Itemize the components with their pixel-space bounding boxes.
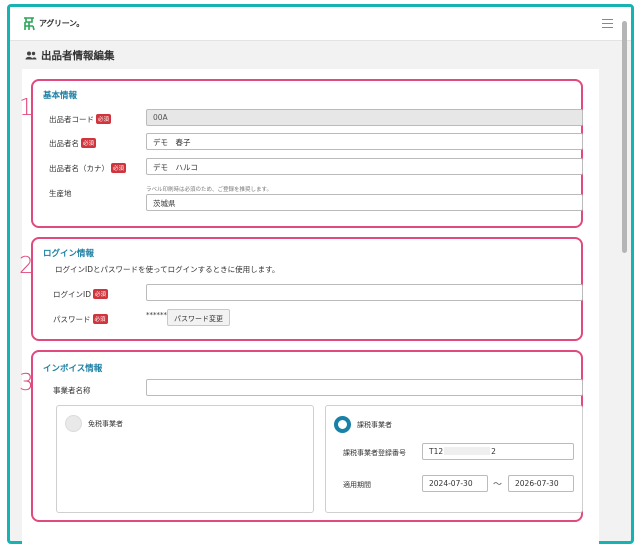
required-badge: 必須 xyxy=(111,163,127,173)
business-name-label: 事業者名称 xyxy=(53,386,91,395)
seller-name-kana-label: 出品者名（カナ） 必須 xyxy=(49,163,127,173)
top-bar: アグリーン。 xyxy=(10,7,631,41)
period-to-input[interactable]: 2026-07-30 xyxy=(508,475,574,492)
period-from-input[interactable]: 2024-07-30 xyxy=(422,475,488,492)
taxable-panel[interactable]: 課税事業者 課税事業者登録番号 T12 2 適用期間 2024-07-30 〜 2… xyxy=(325,405,583,513)
login-id-label: ログインID 必須 xyxy=(53,289,109,299)
seller-code-input: 00A xyxy=(146,109,583,126)
period-separator: 〜 xyxy=(493,480,503,490)
basic-info-title: 基本情報 xyxy=(43,91,78,101)
business-name-input[interactable] xyxy=(146,379,583,396)
reg-number-label: 課税事業者登録番号 xyxy=(343,449,406,457)
section-number-3: 3 xyxy=(19,370,34,396)
origin-note: ラベル印刷時は必須のため、ご登録を推奨します。 xyxy=(146,187,272,193)
taxable-radio[interactable] xyxy=(334,416,351,433)
required-badge: 必須 xyxy=(81,138,97,148)
password-label: パスワード 必須 xyxy=(53,314,108,324)
required-badge: 必須 xyxy=(92,314,108,324)
logo-text: アグリーン。 xyxy=(39,19,84,28)
invoice-info-section: インボイス情報 事業者名称 免税事業者 課税事業者 課税事業者登録番号 T12 2… xyxy=(31,350,583,522)
login-info-description: ログインIDとパスワードを使ってログインするときに使用します。 xyxy=(55,265,280,274)
tax-exempt-radio[interactable] xyxy=(65,415,82,432)
origin-label: 生産地 xyxy=(49,189,72,198)
basic-info-section: 基本情報 出品者コード 必須 00A 出品者名 必須 デモ 春子 出品者名（カナ）必… xyxy=(31,79,583,228)
page-title: 出品者情報編集 xyxy=(25,48,115,63)
period-label: 適用期間 xyxy=(343,481,371,489)
change-password-button[interactable]: パスワード変更 xyxy=(167,309,230,326)
required-badge: 必須 xyxy=(96,114,112,124)
section-number-2: 2 xyxy=(19,253,34,279)
required-badge: 必須 xyxy=(93,289,109,299)
password-masked: ****** xyxy=(146,311,167,319)
seller-name-label: 出品者名 必須 xyxy=(49,138,97,148)
page-title-text: 出品者情報編集 xyxy=(41,50,115,62)
tax-exempt-panel[interactable]: 免税事業者 xyxy=(56,405,314,513)
reg-number-input[interactable]: T12 2 xyxy=(422,443,574,460)
hamburger-menu-icon[interactable] xyxy=(602,19,613,28)
section-number-1: 1 xyxy=(19,95,34,121)
seller-name-input[interactable]: デモ 春子 xyxy=(146,133,583,150)
logo[interactable]: アグリーン。 xyxy=(22,16,84,31)
invoice-info-title: インボイス情報 xyxy=(43,364,103,374)
login-info-section: ログイン情報 ログインIDとパスワードを使ってログインするときに使用します。 ロ… xyxy=(31,237,583,341)
scrollbar-thumb[interactable] xyxy=(622,21,627,253)
taxable-label: 課税事業者 xyxy=(357,421,392,429)
sprout-logo-icon xyxy=(24,17,35,31)
seller-name-kana-input[interactable]: デモ ハルコ xyxy=(146,158,583,175)
tax-exempt-label: 免税事業者 xyxy=(88,420,123,428)
seller-code-label: 出品者コード 必須 xyxy=(49,114,112,124)
users-icon xyxy=(25,51,37,60)
login-info-title: ログイン情報 xyxy=(43,249,95,259)
origin-input[interactable]: 茨城県 xyxy=(146,194,583,211)
login-id-input[interactable] xyxy=(146,284,583,301)
